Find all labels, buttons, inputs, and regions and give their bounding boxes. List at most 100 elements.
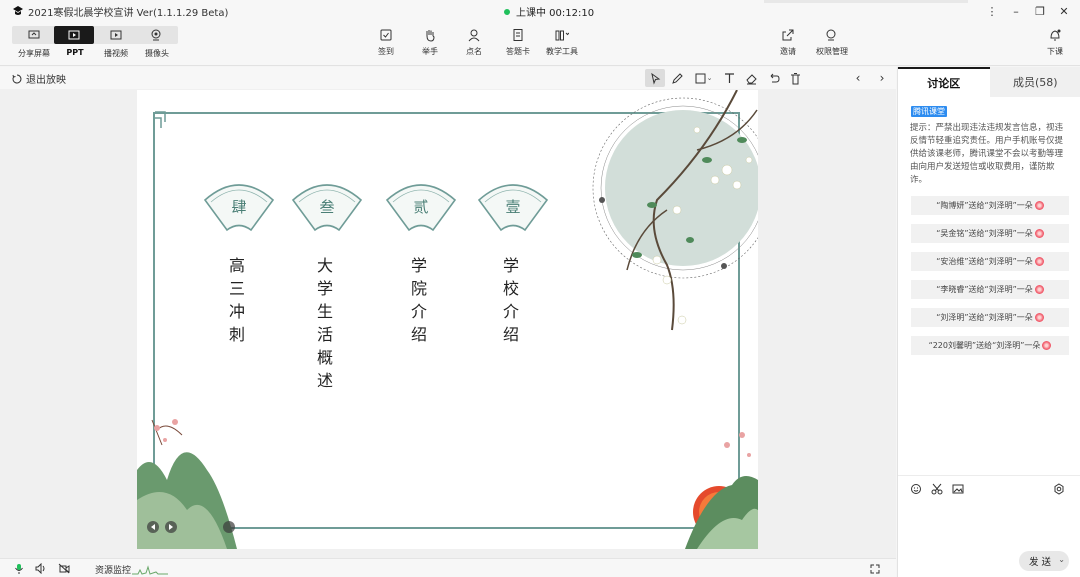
eraser-tool[interactable] [741,69,761,87]
gift-text: “刘泽明”送给“刘泽明”一朵 [936,313,1033,322]
main-toolbar: 分享屏幕 PPT 播视频 摄像头 签到 举手 点名 答题卡 教学工具 邀请 权限… [0,22,1080,66]
scissors-icon[interactable] [931,483,943,495]
text-tool[interactable] [719,69,739,87]
ppt-icon [68,30,80,40]
resource-monitor-label[interactable]: 资源监控 [95,563,131,576]
restore-icon[interactable]: ❐ [1028,2,1052,20]
raise-hand-icon [426,30,435,42]
camera-off-button[interactable] [57,562,71,575]
exit-slideshow-button[interactable]: 退出放映 [12,71,66,86]
minimize-icon[interactable]: – [1004,2,1028,20]
invite-icon [782,29,794,41]
send-button[interactable]: 发 送 ⌄ [1019,551,1069,571]
gift-text: “220刘馨明”送给“刘泽明”一朵 [928,341,1041,350]
clear-tool[interactable] [785,69,805,87]
mode-label: PPT [66,48,84,57]
tool-label: 权限管理 [816,47,848,56]
rectangle-icon [695,73,706,83]
teaching-tools-icon [555,30,569,41]
live-status-dot-icon [504,8,510,15]
next-page-button[interactable]: › [872,69,892,87]
flower-icon [1034,313,1044,322]
answer-card-button[interactable]: 答题卡 [498,28,538,57]
eraser-icon [745,73,757,84]
more-menu-icon[interactable]: ⋮ [980,2,1004,20]
flower-icon [1034,201,1044,210]
app-logo-icon [13,6,23,15]
gift-text: “李晓睿”送给“刘泽明”一朵 [936,285,1033,294]
send-label: 发 送 [1029,557,1052,568]
pen-icon [671,72,683,84]
window-controls: ⋮ – ❐ ✕ [980,2,1076,20]
invite-button[interactable]: 邀请 [768,28,808,57]
tab-discussion[interactable]: 讨论区 [898,67,990,97]
pen-tool[interactable] [667,69,687,87]
tool-label: 点名 [466,47,482,56]
mode-label: 摄像头 [145,49,169,58]
resource-graph [132,565,168,575]
section-numeral: 肆 [231,198,247,216]
gift-message: “吴金铭”送给“刘泽明”一朵 [911,224,1069,243]
screen-share-icon [28,30,40,39]
camera-icon [151,29,161,41]
exit-icon [12,74,22,83]
mode-video[interactable] [96,26,136,44]
permission-icon [826,29,836,41]
undo-tool[interactable] [763,69,783,87]
emoji-icon[interactable] [910,483,922,495]
mode-label: 播视频 [104,49,128,58]
permission-button[interactable]: 权限管理 [812,28,852,57]
shape-tool[interactable]: ⌄ [689,69,717,87]
top-strip [764,0,968,3]
panel-tabs: 讨论区 成员(58) [898,67,1080,97]
gift-text: “陶博妍”送给“刘泽明”一朵 [936,201,1033,210]
class-timer: 上课中 00:12:10 [516,8,595,19]
settings-icon[interactable] [1053,483,1065,495]
roll-call-button[interactable]: 点名 [454,28,494,57]
discussion-panel: 讨论区 成员(58) 腾讯课堂 提示：严禁出现违法违规发言信息，视违反情节轻重追… [897,67,1080,577]
chevron-down-icon: ⌄ [706,74,713,82]
tool-label: 邀请 [780,47,796,56]
section-title: 学校介绍 [502,256,519,344]
tool-label: 教学工具 [546,47,578,56]
raise-hand-button[interactable]: 举手 [410,28,450,57]
notice-text: 提示：严禁出现违法违规发言信息，视违反情节轻重追究责任。用户手机账号仅提供给该课… [910,123,1064,185]
flower-icon [1042,341,1052,350]
close-icon[interactable]: ✕ [1052,2,1076,20]
teaching-tools-button[interactable]: 教学工具 [542,28,582,57]
mode-switcher [12,26,178,44]
check-in-icon [380,29,392,41]
bottom-bar: 资源监控 [0,558,896,577]
window-title: 2021寒假北晨学校宣讲 Ver(1.1.1.29 Beta) [28,8,229,19]
speaker-button[interactable] [34,562,48,575]
previous-page-button[interactable]: ‹ [848,69,868,87]
end-class-button[interactable]: 下课 [1035,28,1075,57]
section-numeral: 壹 [505,198,521,216]
tool-label: 举手 [422,47,438,56]
fullscreen-icon [870,564,880,573]
tool-label: 答题卡 [506,47,530,56]
roll-call-icon [468,29,480,42]
fullscreen-button[interactable] [868,562,882,575]
tencent-classroom-badge: 腾讯课堂 [911,106,947,117]
mode-camera[interactable] [136,26,176,44]
class-status: 上课中 00:12:10 [504,4,594,19]
microphone-button[interactable] [12,562,26,575]
camera-off-icon [58,563,70,574]
pointer-tool[interactable] [645,69,665,87]
image-icon[interactable] [952,483,964,495]
end-class-icon [1050,29,1061,41]
gift-message: “陶博妍”送给“刘泽明”一朵 [911,196,1069,215]
chevron-down-icon[interactable]: ⌄ [1058,555,1065,564]
tab-members[interactable]: 成员(58) [990,67,1080,97]
gift-message: “李晓睿”送给“刘泽明”一朵 [911,280,1069,299]
check-in-button[interactable]: 签到 [366,28,406,57]
speaker-icon [35,563,45,574]
input-divider [898,475,1080,476]
mode-label: 分享屏幕 [18,49,50,58]
tool-label: 下课 [1047,47,1063,56]
section-title: 学院介绍 [410,256,427,344]
mode-ppt[interactable] [54,26,94,44]
ppt-slide[interactable]: 肆 叁 贰 壹 高三冲刺 大学生活概述 学院介绍 学校介绍 [137,90,758,549]
mode-share-screen[interactable] [14,26,54,44]
